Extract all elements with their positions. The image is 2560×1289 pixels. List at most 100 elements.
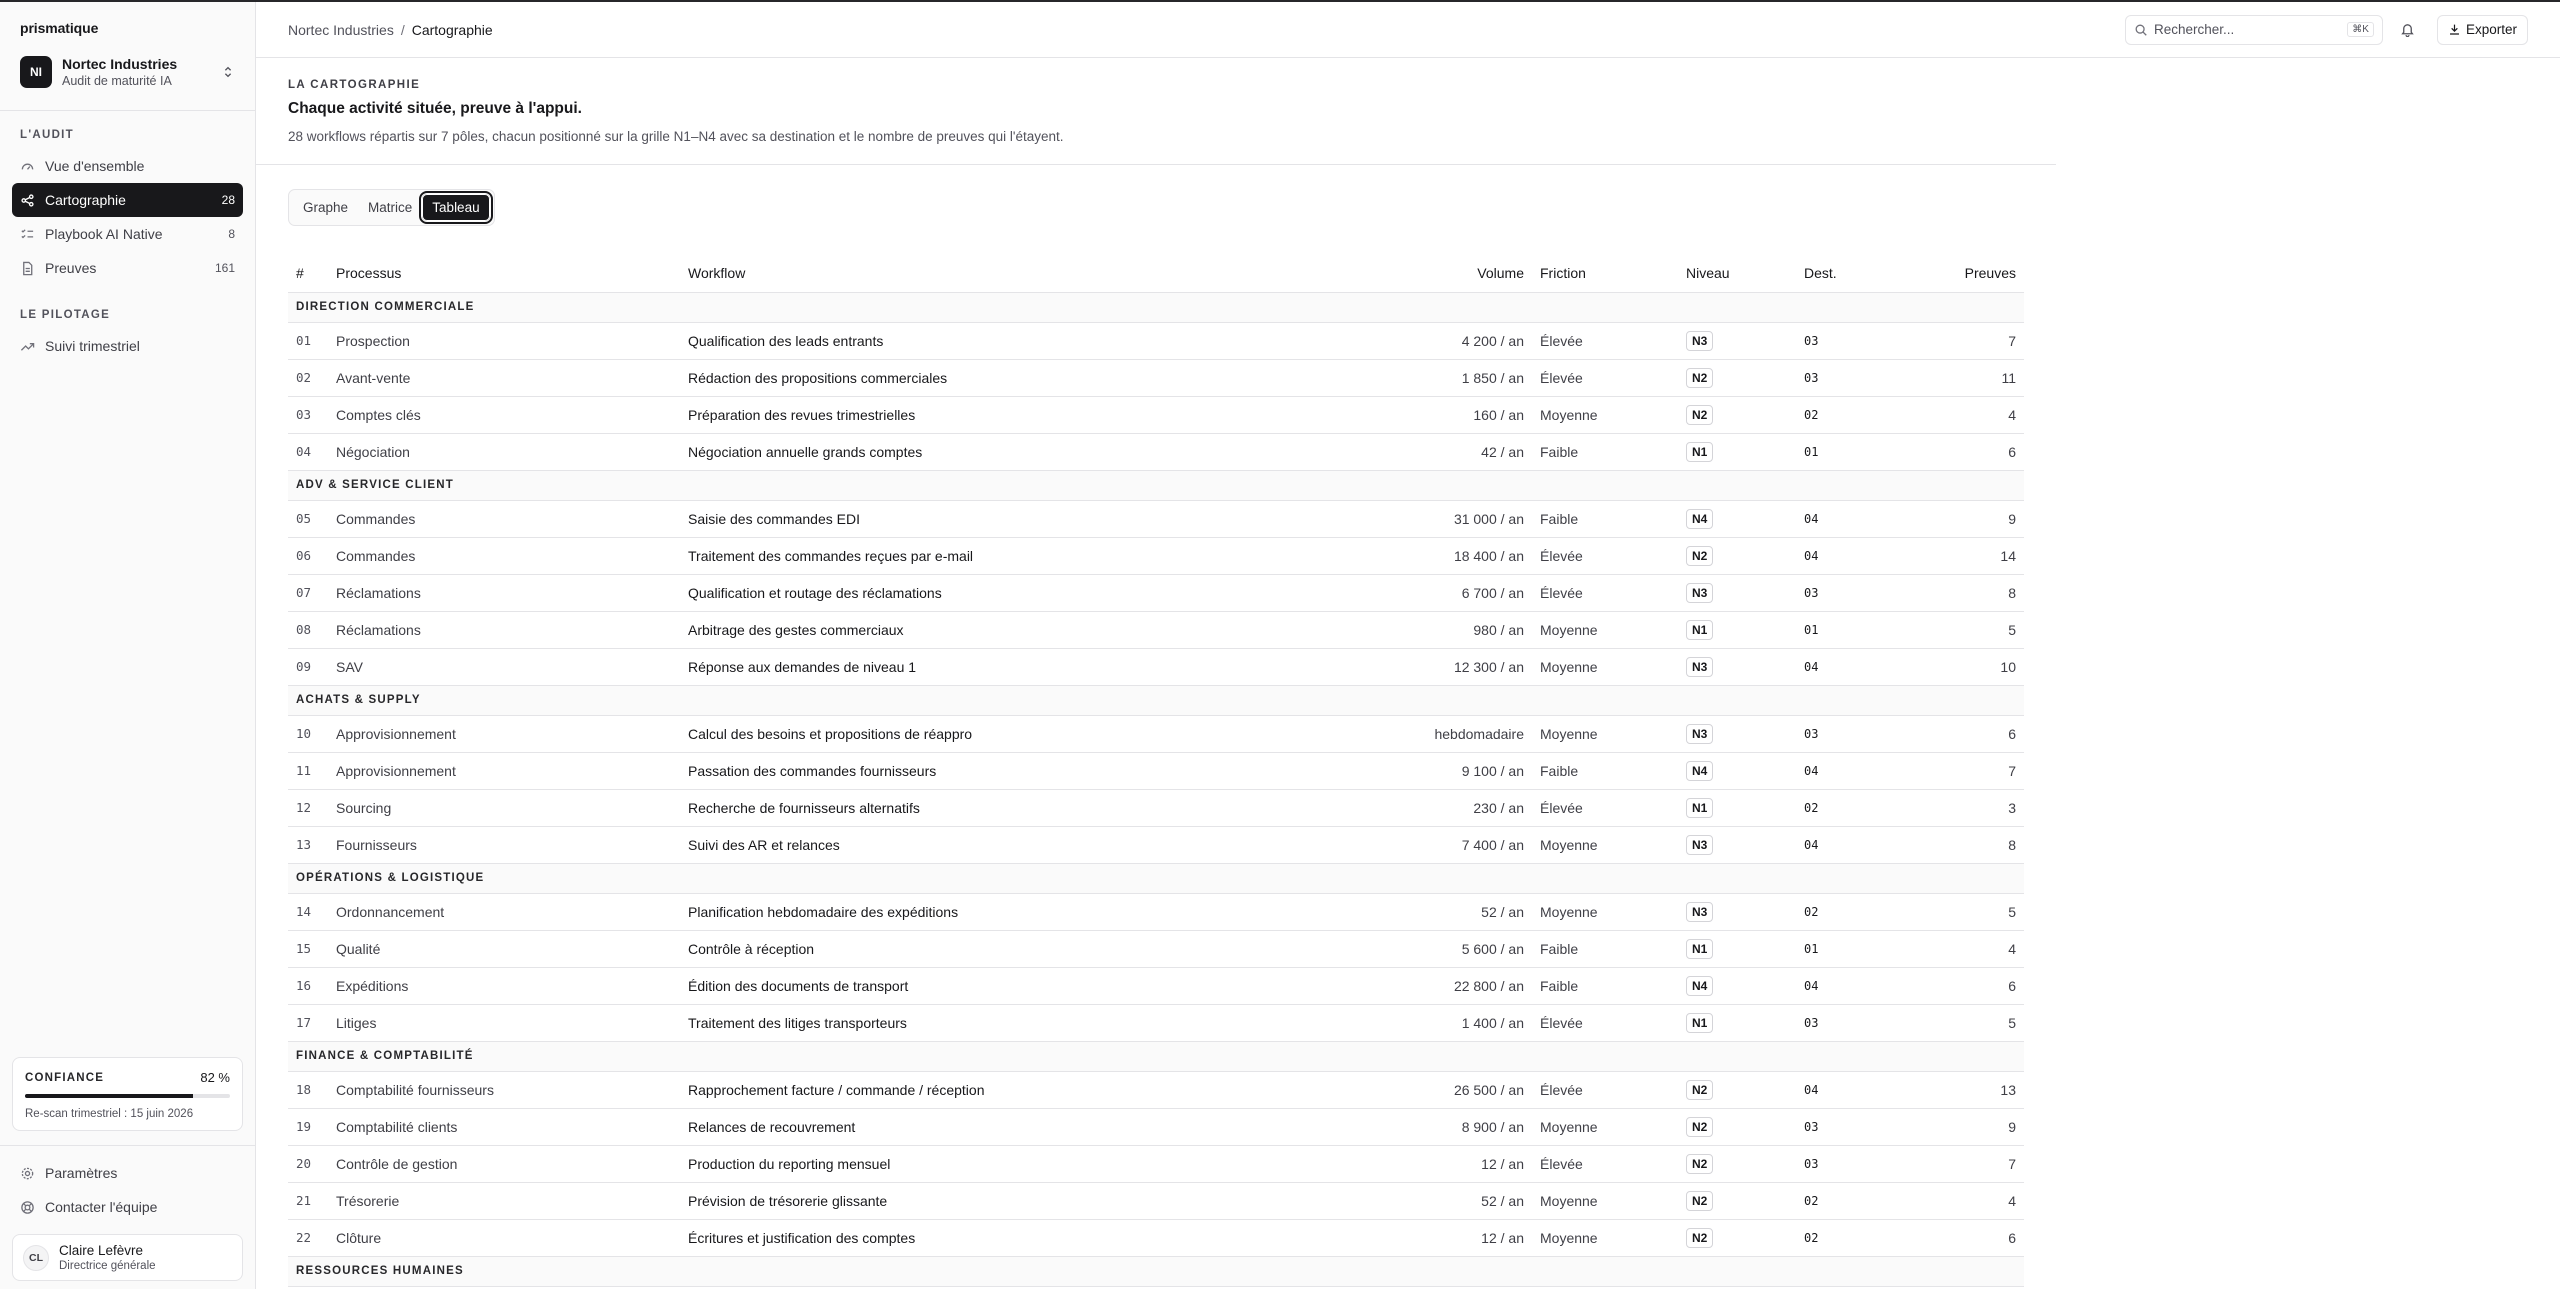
cell-volume: 18 400 / an	[1400, 537, 1532, 575]
cell-volume: 160 / an	[1400, 396, 1532, 434]
search-box[interactable]: ⌘K	[2124, 14, 2383, 45]
table-row[interactable]: 06 Commandes Traitement des commandes reçu…	[288, 537, 2024, 575]
table-group-row: DIRECTION COMMERCIALE	[288, 292, 2024, 323]
cell-friction: Moyenne	[1532, 826, 1678, 864]
cell-friction: Élevée	[1532, 574, 1678, 612]
breadcrumb-current: Cartographie	[411, 21, 493, 38]
column-header-workflow[interactable]: Workflow	[680, 254, 1400, 293]
org-switcher[interactable]: NI Nortec Industries Audit de maturité I…	[12, 48, 243, 96]
export-label: Exporter	[2465, 22, 2517, 37]
cell-friction: Faible	[1532, 930, 1678, 968]
cell-destination: 04	[1796, 967, 1938, 1005]
cell-processus: Commandes	[328, 500, 680, 538]
nav-group-title-pilotage: LE PILOTAGE	[20, 309, 111, 321]
column-header-preuves[interactable]: Preuves	[1938, 254, 2024, 293]
sidebar-item-suivi-trimestriel[interactable]: Suivi trimestriel	[12, 329, 243, 363]
cell-volume: 230 / an	[1400, 789, 1532, 827]
table-row[interactable]: 02 Avant-vente Rédaction des propositions …	[288, 359, 2024, 397]
table-row[interactable]: 19 Comptabilité clients Relances de recouv…	[288, 1108, 2024, 1146]
user-name: Claire Lefèvre	[59, 1243, 144, 1258]
cell-workflow: Production du reporting mensuel	[680, 1145, 1400, 1183]
tab-graphe[interactable]: Graphe	[293, 194, 358, 221]
contact-team-link[interactable]: Contacter l'équipe	[12, 1190, 243, 1224]
level-badge: N1	[1686, 797, 1714, 818]
level-badge: N2	[1686, 404, 1714, 425]
cell-volume: 52 / an	[1400, 893, 1532, 931]
cell-index: 09	[288, 648, 328, 686]
sidebar-item-label: Suivi trimestriel	[45, 338, 140, 354]
table-row[interactable]: 09 SAV Réponse aux demandes de niveau 1 12 …	[288, 648, 2024, 686]
cell-index: 14	[288, 893, 328, 931]
export-button[interactable]: Exporter	[2436, 14, 2528, 45]
sidebar-item-vue-ensemble[interactable]: Vue d'ensemble	[12, 149, 243, 183]
org-text: Nortec Industries Audit de maturité IA	[62, 56, 221, 88]
nav-group-title-audit: L'AUDIT	[20, 129, 74, 141]
table-row[interactable]: 01 Prospection Qualification des leads ent…	[288, 322, 2024, 360]
cell-workflow: Calcul des besoins et propositions de ré…	[680, 715, 1400, 753]
table-row[interactable]: 07 Réclamations Qualification et routage d…	[288, 574, 2024, 612]
column-header-friction[interactable]: Friction	[1532, 254, 1678, 293]
table-row[interactable]: 03 Comptes clés Préparation des revues tri…	[288, 396, 2024, 434]
user-menu[interactable]: CL Claire Lefèvre Directrice générale	[12, 1234, 243, 1281]
table-row[interactable]: 12 Sourcing Recherche de fournisseurs alte…	[288, 789, 2024, 827]
column-header-destination[interactable]: Dest.	[1796, 254, 1938, 293]
notifications-button[interactable]	[2393, 15, 2423, 45]
cell-processus: Négociation	[328, 433, 680, 471]
cell-friction: Faible	[1532, 752, 1678, 790]
cell-preuves: 4	[1938, 1182, 2024, 1220]
cell-volume: 8 900 / an	[1400, 1108, 1532, 1146]
column-header-volume[interactable]: Volume	[1400, 254, 1532, 293]
cell-index: 08	[288, 611, 328, 649]
cell-destination: 02	[1796, 1182, 1938, 1220]
table-row[interactable]: 10 Approvisionnement Calcul des besoins et…	[288, 715, 2024, 753]
table-row[interactable]: 04 Négociation Négociation annuelle grands…	[288, 433, 2024, 471]
cell-destination: 04	[1796, 537, 1938, 575]
settings-label: Paramètres	[45, 1165, 118, 1181]
search-input[interactable]	[2153, 22, 2348, 37]
group-label: ACHATS & SUPPLY	[288, 685, 2024, 716]
table-row[interactable]: 21 Trésorerie Prévision de trésorerie glis…	[288, 1182, 2024, 1220]
group-label: DIRECTION COMMERCIALE	[288, 292, 2024, 323]
confidence-progress-fill	[25, 1094, 194, 1098]
table-row[interactable]: 14 Ordonnancement Planification hebdomadai…	[288, 893, 2024, 931]
sidebar-item-cartographie[interactable]: Cartographie 28	[12, 183, 243, 217]
sidebar-item-count: 161	[214, 261, 235, 275]
table-row[interactable]: 15 Qualité Contrôle à réception 5 600 / an F…	[288, 930, 2024, 968]
cell-friction: Faible	[1532, 967, 1678, 1005]
contact-team-label: Contacter l'équipe	[45, 1199, 158, 1215]
page-eyebrow: LA CARTOGRAPHIE	[288, 79, 421, 91]
tab-tableau[interactable]: Tableau	[419, 191, 493, 224]
table-row[interactable]: 17 Litiges Traitement des litiges transpor…	[288, 1004, 2024, 1042]
breadcrumb-parent-link[interactable]: Nortec Industries	[288, 22, 394, 38]
column-header-processus[interactable]: Processus	[328, 254, 680, 293]
table-row[interactable]: 16 Expéditions Édition des documents de tr…	[288, 967, 2024, 1005]
cell-processus: Avant-vente	[328, 359, 680, 397]
table-row[interactable]: 18 Comptabilité fournisseurs Rapprochement…	[288, 1071, 2024, 1109]
column-header-index[interactable]: #	[288, 254, 328, 293]
cell-friction: Élevée	[1532, 359, 1678, 397]
breadcrumb-separator: /	[400, 21, 405, 38]
cell-niveau: N2	[1678, 396, 1796, 434]
table-row[interactable]: 13 Fournisseurs Suivi des AR et relances 7 …	[288, 826, 2024, 864]
tab-matrice[interactable]: Matrice	[358, 194, 422, 221]
cell-preuves: 5	[1938, 893, 2024, 931]
table-row[interactable]: 08 Réclamations Arbitrage des gestes comme…	[288, 611, 2024, 649]
cell-workflow: Recherche de fournisseurs alternatifs	[680, 789, 1400, 827]
document-icon	[20, 261, 35, 276]
cell-index: 10	[288, 715, 328, 753]
table-row[interactable]: 05 Commandes Saisie des commandes EDI 31 00…	[288, 500, 2024, 538]
cell-processus: Réclamations	[328, 574, 680, 612]
user-role: Directrice générale	[59, 1260, 156, 1272]
level-badge: N4	[1686, 975, 1714, 996]
column-header-niveau[interactable]: Niveau	[1678, 254, 1796, 293]
table-row[interactable]: 22 Clôture Écritures et justification des …	[288, 1219, 2024, 1257]
table-row[interactable]: 20 Contrôle de gestion Production du repor…	[288, 1145, 2024, 1183]
cell-processus: Litiges	[328, 1004, 680, 1042]
table-row[interactable]: 11 Approvisionnement Passation des command…	[288, 752, 2024, 790]
confidence-note: Re-scan trimestriel : 15 juin 2026	[25, 1108, 194, 1120]
settings-link[interactable]: Paramètres	[12, 1156, 243, 1190]
sidebar-item-preuves[interactable]: Preuves 161	[12, 251, 243, 285]
sidebar-item-playbook[interactable]: Playbook AI Native 8	[12, 217, 243, 251]
level-badge: N2	[1686, 1190, 1714, 1211]
